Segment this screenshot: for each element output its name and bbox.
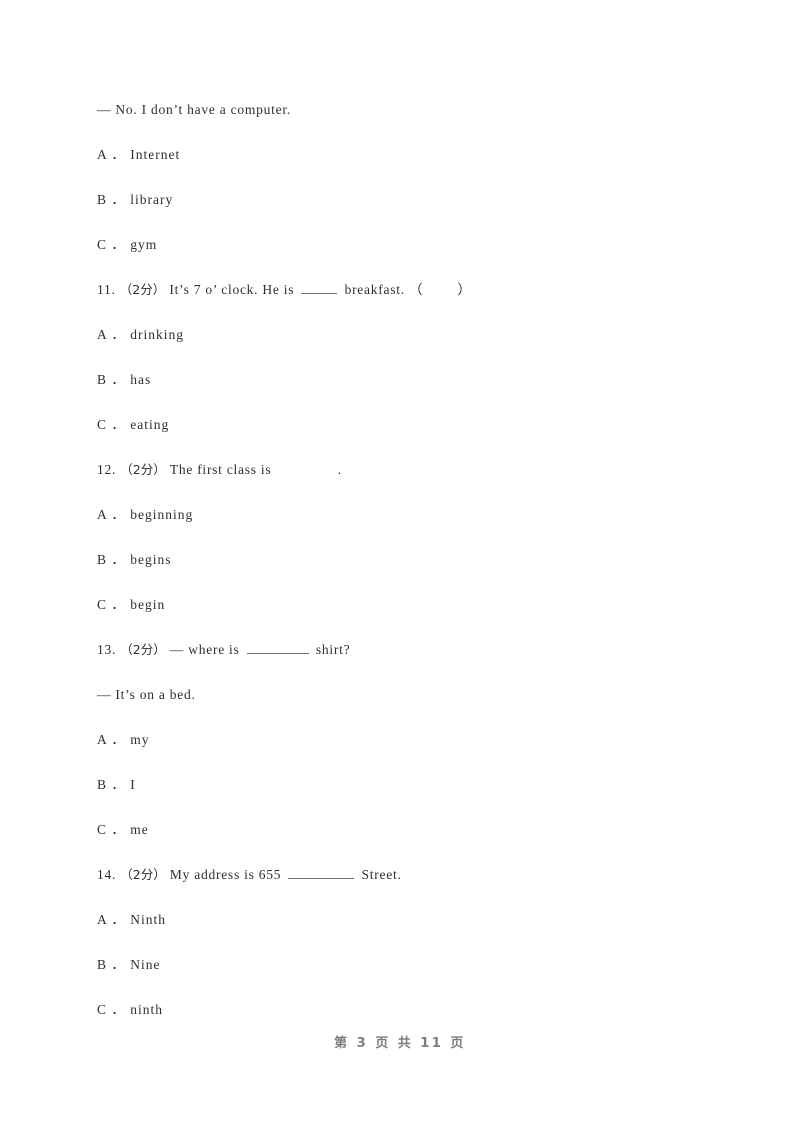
question-text-after: Street. (361, 867, 402, 882)
option-text: drinking (130, 327, 185, 342)
option-text: eating (130, 417, 170, 432)
option-text: begin (130, 597, 166, 612)
option-letter: C ． (97, 822, 126, 837)
option-text: my (130, 732, 150, 747)
question-text-before: The first class is (169, 462, 272, 477)
option-row[interactable]: B ． has (97, 372, 737, 417)
question-marks: （2分） (120, 462, 166, 477)
option-letter: A ． (97, 732, 126, 747)
option-letter: C ． (97, 1002, 126, 1017)
answer-blank[interactable] (301, 282, 338, 294)
option-letter: B ． (97, 777, 126, 792)
question-text-before: — where is (169, 642, 240, 657)
answer-blank[interactable] (246, 642, 309, 654)
option-text: me (130, 822, 149, 837)
option-letter: C ． (97, 597, 126, 612)
option-letter: C ． (97, 417, 126, 432)
question-number: 11. (97, 282, 116, 297)
option-row[interactable]: A ． beginning (97, 507, 737, 552)
option-text: has (130, 372, 152, 387)
option-letter: A ． (97, 327, 126, 342)
question-marks: （2分） (120, 867, 166, 882)
answer-blank[interactable] (288, 867, 355, 879)
question-text-after: breakfast. （ (344, 282, 424, 297)
option-row[interactable]: B ． Nine (97, 957, 737, 1002)
option-row[interactable]: A ． Ninth (97, 912, 737, 957)
answer-blank[interactable] (279, 463, 331, 474)
document-page: — No. I don’t have a computer. A ． Inter… (0, 0, 800, 1132)
option-row[interactable]: A ． drinking (97, 327, 737, 372)
option-letter: B ． (97, 552, 126, 567)
question-stem: 12. （2分） The first class is . (97, 462, 737, 507)
question-number: 14. (97, 867, 117, 882)
option-letter: B ． (97, 957, 126, 972)
answer-line: — It’s on a bed. (97, 687, 196, 702)
question-stem: 13. （2分） — where is shirt? (97, 642, 737, 687)
page-footer: 第 3 页 共 11 页 (334, 1036, 466, 1051)
option-row[interactable]: A ． my (97, 732, 737, 777)
question-text-after: shirt? (315, 642, 351, 657)
option-row[interactable]: B ． I (97, 777, 737, 822)
question-text-before: It’s 7 o’ clock. He is (169, 282, 295, 297)
option-row[interactable]: B ． library (97, 192, 737, 237)
option-row[interactable]: C ． eating (97, 417, 737, 462)
option-letter: A ． (97, 912, 126, 927)
question-text-after: . (337, 462, 342, 477)
option-row[interactable]: C ． me (97, 822, 737, 867)
option-text: Nine (130, 957, 161, 972)
question-number: 13. (97, 642, 117, 657)
answer-line: — No. I don’t have a computer. (97, 102, 291, 117)
question-stem: 14. （2分） My address is 655 Street. (97, 867, 737, 912)
option-row[interactable]: C ． begin (97, 597, 737, 642)
option-row[interactable]: B ． begins (97, 552, 737, 597)
option-letter: B ． (97, 372, 126, 387)
question-marks: （2分） (120, 642, 166, 657)
option-text: begins (130, 552, 172, 567)
question-text-tail: ） (457, 282, 472, 297)
option-text: ninth (130, 1002, 164, 1017)
option-text: beginning (130, 507, 194, 522)
question-text-before: My address is 655 (169, 867, 282, 882)
question-number: 12. (97, 462, 117, 477)
option-text: Ninth (130, 912, 167, 927)
question-stem: 11. （2分） It’s 7 o’ clock. He is breakfas… (97, 282, 737, 327)
question-marks: （2分） (119, 282, 166, 297)
option-row[interactable]: C ． gym (97, 237, 737, 282)
option-text: I (130, 777, 136, 792)
question-list: — No. I don’t have a computer. A ． Inter… (97, 102, 737, 1047)
option-row[interactable]: A ． Internet (97, 147, 737, 192)
option-letter: A ． (97, 507, 126, 522)
